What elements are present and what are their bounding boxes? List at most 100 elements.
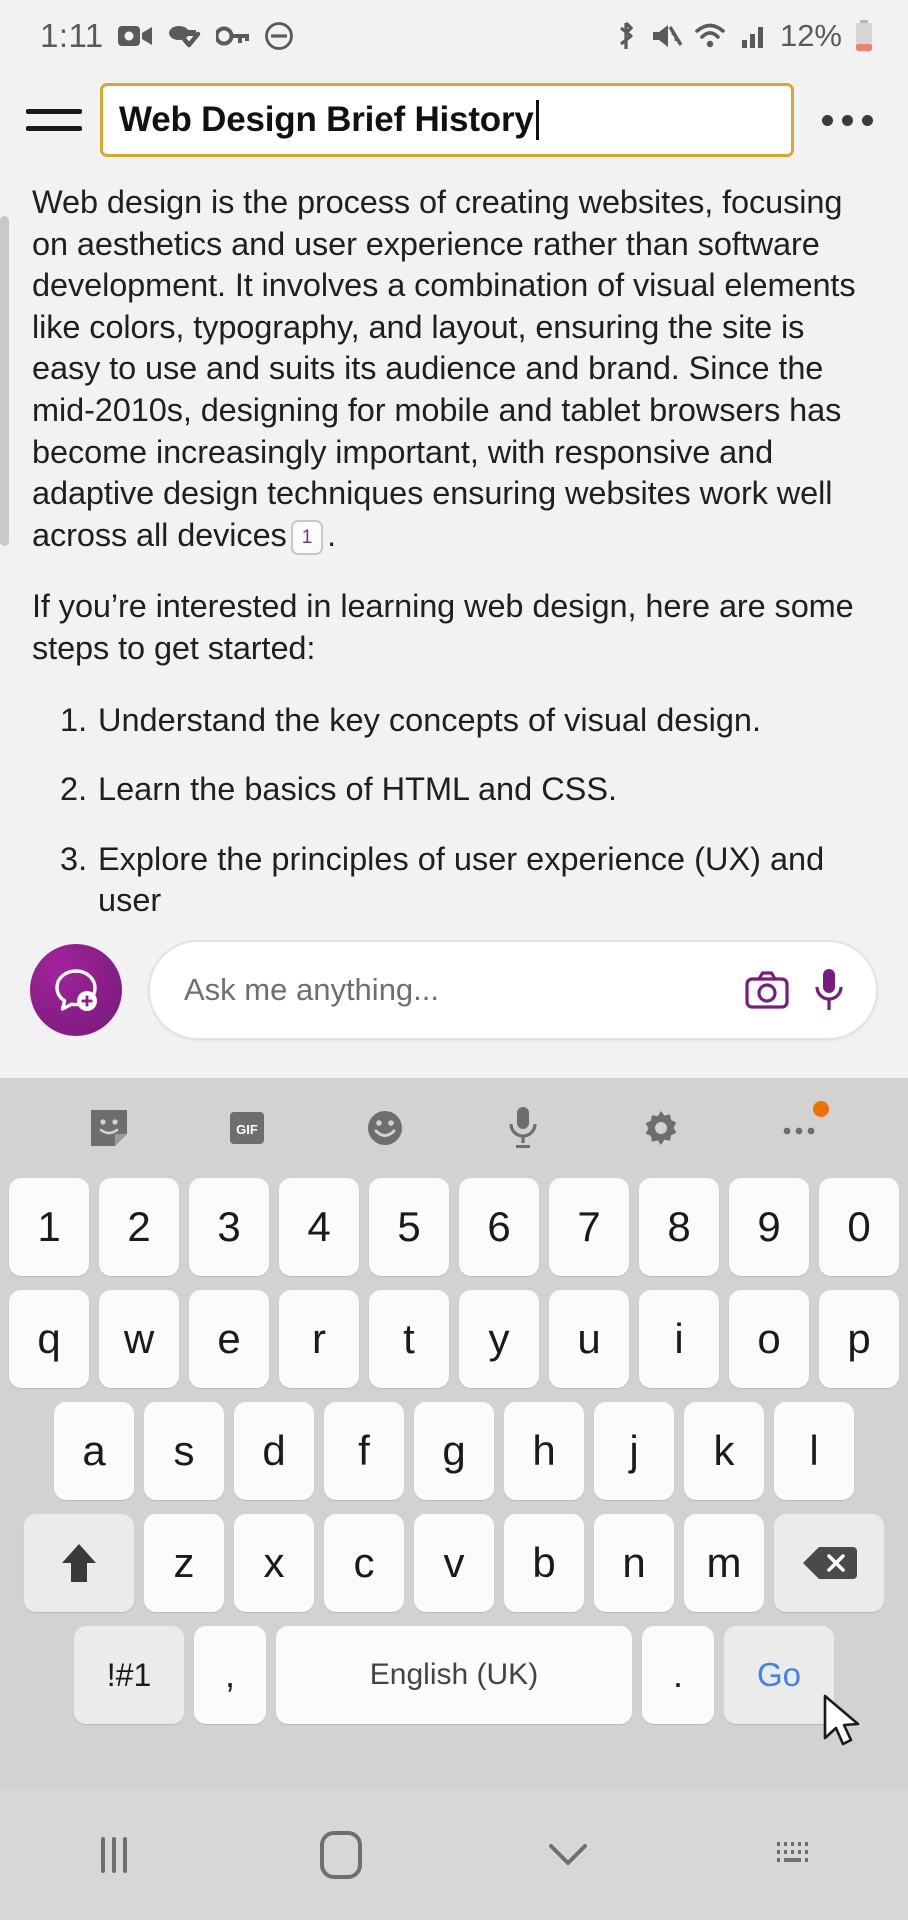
paragraph-steps-intro: If you’re interested in learning web des…: [32, 588, 854, 666]
sticker-icon[interactable]: [69, 1093, 149, 1163]
battery-icon: [854, 20, 874, 52]
backspace-icon[interactable]: [774, 1514, 884, 1612]
key-8[interactable]: 8: [639, 1178, 719, 1276]
key-1[interactable]: 1: [9, 1178, 89, 1276]
key-h[interactable]: h: [504, 1402, 584, 1500]
vpn-key-check-icon: [168, 22, 202, 50]
key-r[interactable]: r: [279, 1290, 359, 1388]
key-a[interactable]: a: [54, 1402, 134, 1500]
keyboard-more-icon[interactable]: [759, 1093, 839, 1163]
symbols-key[interactable]: !#1: [74, 1626, 184, 1724]
key-g[interactable]: g: [414, 1402, 494, 1500]
camera-icon[interactable]: [744, 970, 790, 1010]
list-item-number: 1.: [60, 701, 88, 738]
hide-keyboard-chevron-icon[interactable]: [454, 1790, 681, 1920]
keyboard-switch-icon[interactable]: [681, 1790, 908, 1920]
key-e[interactable]: e: [189, 1290, 269, 1388]
key-4[interactable]: 4: [279, 1178, 359, 1276]
do-not-disturb-icon: [264, 21, 294, 51]
key-9[interactable]: 9: [729, 1178, 809, 1276]
status-bar-left: 1:11: [40, 17, 294, 55]
keyboard-row-home: a s d f g h j k l: [8, 1402, 900, 1500]
keyboard-toolbar: GIF: [0, 1078, 908, 1178]
key-y[interactable]: y: [459, 1290, 539, 1388]
key-c[interactable]: c: [324, 1514, 404, 1612]
battery-percent: 12%: [779, 18, 842, 53]
list-item: 3. Explore the principles of user experi…: [32, 839, 878, 922]
voice-input-icon[interactable]: [483, 1093, 563, 1163]
ask-input-placeholder: Ask me anything...: [184, 972, 440, 1007]
key-m[interactable]: m: [684, 1514, 764, 1612]
key-5[interactable]: 5: [369, 1178, 449, 1276]
key-l[interactable]: l: [774, 1402, 854, 1500]
bluetooth-icon: [614, 20, 638, 52]
hamburger-menu-icon[interactable]: [26, 98, 82, 142]
key-o[interactable]: o: [729, 1290, 809, 1388]
keyboard-row-numbers: 1 2 3 4 5 6 7 8 9 0: [8, 1178, 900, 1276]
key-x[interactable]: x: [234, 1514, 314, 1612]
title-bar: Web Design Brief History: [0, 72, 908, 168]
system-navigation-bar: [0, 1790, 908, 1920]
keyboard-row-space: !#1 , English (UK) . Go: [8, 1626, 900, 1724]
home-icon[interactable]: [227, 1790, 454, 1920]
shift-arrow-icon[interactable]: [24, 1514, 134, 1612]
steps-list: 1. Understand the key concepts of visual…: [32, 700, 878, 922]
content-scrollbar[interactable]: [0, 216, 9, 546]
citation-badge[interactable]: 1: [290, 519, 324, 555]
go-key[interactable]: Go: [724, 1626, 834, 1724]
spacebar[interactable]: English (UK): [276, 1626, 632, 1724]
status-time: 1:11: [40, 17, 104, 54]
key-0[interactable]: 0: [819, 1178, 899, 1276]
key-7[interactable]: 7: [549, 1178, 629, 1276]
recents-icon[interactable]: [0, 1790, 227, 1920]
paragraph-intro: Web design is the process of creating we…: [32, 182, 878, 556]
svg-text:GIF: GIF: [236, 1122, 258, 1137]
paragraph-intro-period: .: [327, 516, 337, 553]
key-b[interactable]: b: [504, 1514, 584, 1612]
new-chat-bubble-plus-icon[interactable]: [30, 944, 122, 1036]
keyboard-row-bottom: z x c v b n m: [8, 1514, 900, 1612]
key-n[interactable]: n: [594, 1514, 674, 1612]
key-w[interactable]: w: [99, 1290, 179, 1388]
key-2[interactable]: 2: [99, 1178, 179, 1276]
list-item: 1. Understand the key concepts of visual…: [32, 700, 878, 742]
list-item-number: 2.: [60, 771, 88, 808]
key-f[interactable]: f: [324, 1402, 404, 1500]
key-p[interactable]: p: [819, 1290, 899, 1388]
note-title-text: Web Design Brief History: [119, 100, 534, 139]
gif-icon[interactable]: GIF: [207, 1093, 287, 1163]
list-item-number: 3.: [60, 840, 88, 877]
key-v[interactable]: v: [414, 1514, 494, 1612]
key-3[interactable]: 3: [189, 1178, 269, 1276]
key-d[interactable]: d: [234, 1402, 314, 1500]
keyboard-row-top: q w e r t y u i o p: [8, 1290, 900, 1388]
ask-input-bar[interactable]: Ask me anything...: [148, 940, 878, 1040]
status-bar-right: 12%: [614, 18, 874, 54]
key-i[interactable]: i: [639, 1290, 719, 1388]
key-t[interactable]: t: [369, 1290, 449, 1388]
wifi-icon: [694, 22, 728, 50]
key-z[interactable]: z: [144, 1514, 224, 1612]
keyboard-rows: 1 2 3 4 5 6 7 8 9 0 q w e r t y u i o p …: [0, 1178, 908, 1724]
keyboard-settings-icon[interactable]: [621, 1093, 701, 1163]
note-body: Web design is the process of creating we…: [0, 168, 908, 968]
key-q[interactable]: q: [9, 1290, 89, 1388]
note-title-input[interactable]: Web Design Brief History: [100, 83, 794, 157]
notification-dot: [813, 1101, 829, 1117]
list-item-text: Learn the basics of HTML and CSS.: [98, 771, 618, 808]
composer-bar: Ask me anything...: [0, 920, 908, 1060]
emoji-icon[interactable]: [345, 1093, 425, 1163]
list-item: 2. Learn the basics of HTML and CSS.: [32, 769, 878, 811]
text-caret: [535, 100, 539, 140]
key-k[interactable]: k: [684, 1402, 764, 1500]
list-item-text: Understand the key concepts of visual de…: [98, 701, 762, 738]
microphone-icon[interactable]: [812, 967, 846, 1013]
key-u[interactable]: u: [549, 1290, 629, 1388]
key-j[interactable]: j: [594, 1402, 674, 1500]
key-period[interactable]: .: [642, 1626, 714, 1724]
more-options-icon[interactable]: [812, 114, 882, 126]
on-screen-keyboard: GIF 1 2 3 4 5 6 7 8 9 0 q w e r t y u i …: [0, 1078, 908, 1790]
key-comma[interactable]: ,: [194, 1626, 266, 1724]
key-s[interactable]: s: [144, 1402, 224, 1500]
key-6[interactable]: 6: [459, 1178, 539, 1276]
